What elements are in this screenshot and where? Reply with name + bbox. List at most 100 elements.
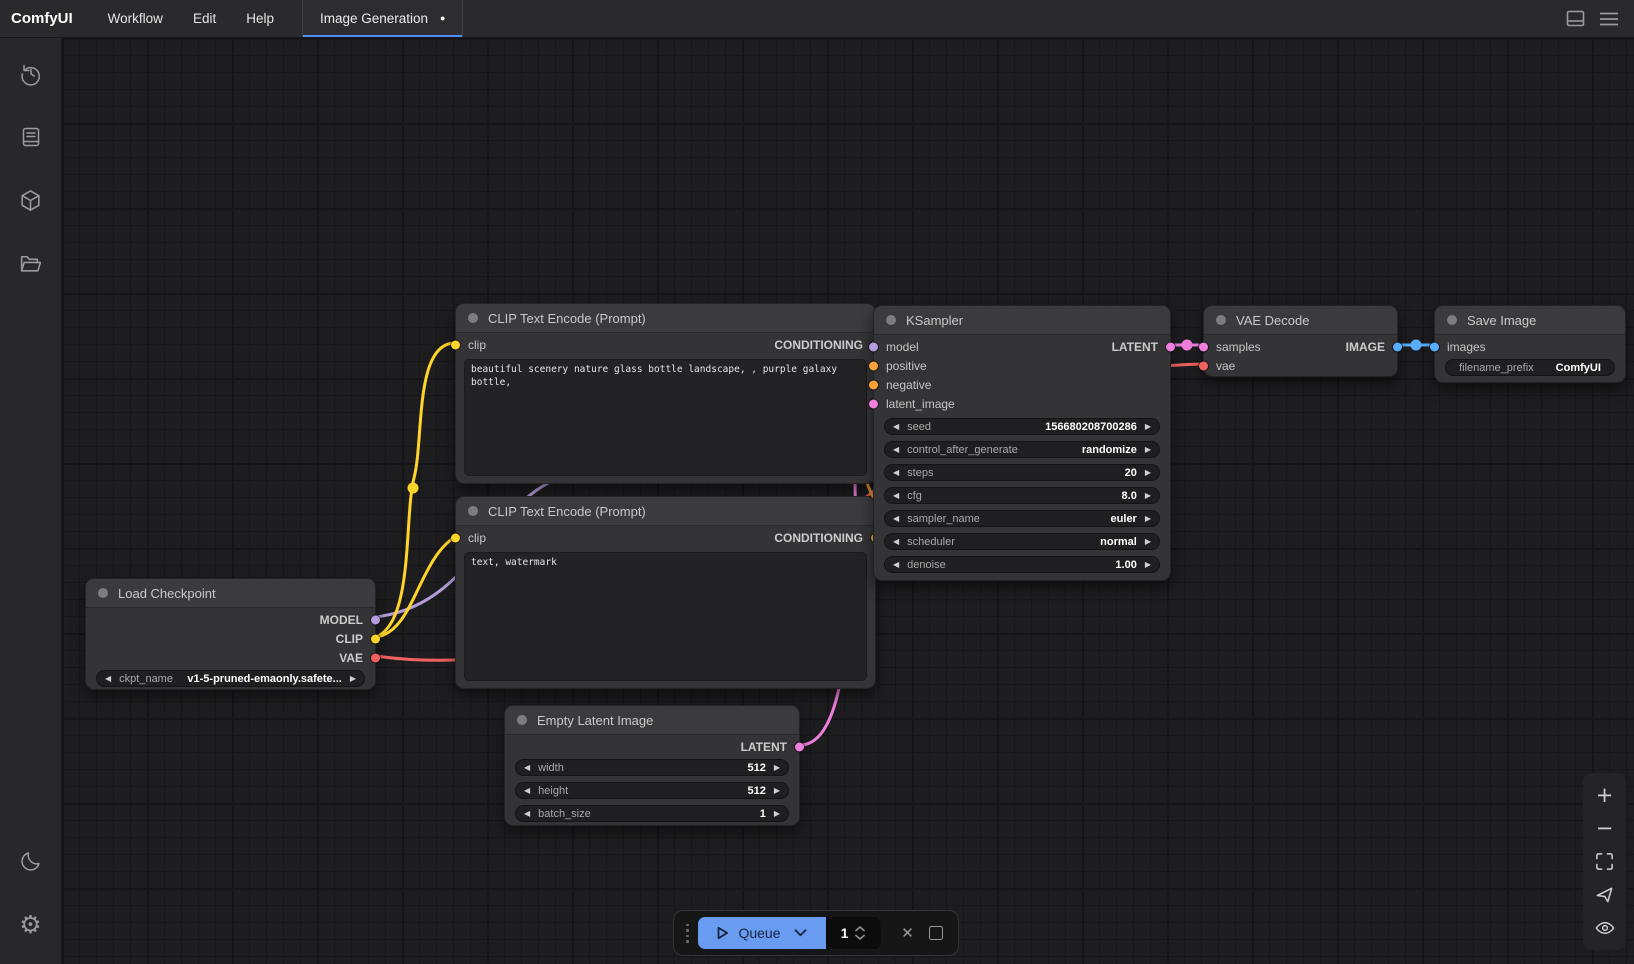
input-port-latent-image[interactable]: [869, 399, 878, 408]
model-library-icon[interactable]: [11, 180, 51, 220]
fit-view-button[interactable]: [1591, 849, 1619, 875]
widget-next-icon[interactable]: ▶: [350, 675, 356, 683]
widget-seed[interactable]: ◀ seed 156680208700286 ▶: [884, 418, 1160, 435]
reroute-dot-latent[interactable]: [1182, 340, 1193, 351]
widget-next-icon[interactable]: ▶: [1145, 446, 1151, 454]
node-title-bar[interactable]: Load Checkpoint: [86, 579, 375, 608]
widget-prev-icon[interactable]: ◀: [893, 446, 899, 454]
widget-control-after-generate[interactable]: ◀ control_after_generate randomize ▶: [884, 441, 1160, 458]
widget-next-icon[interactable]: ▶: [1145, 538, 1151, 546]
settings-gear-icon[interactable]: ⚙: [11, 904, 51, 944]
history-icon[interactable]: [11, 54, 51, 94]
input-port-samples[interactable]: [1199, 342, 1208, 351]
output-port-latent[interactable]: [1166, 342, 1175, 351]
node-clip-text-encode-positive[interactable]: CLIP Text Encode (Prompt) clip CONDITION…: [455, 303, 876, 484]
node-vae-decode[interactable]: VAE Decode samples IMAGE vae: [1203, 305, 1398, 377]
widget-next-icon[interactable]: ▶: [774, 787, 780, 795]
select-mode-button[interactable]: [1591, 882, 1619, 908]
widget-prev-icon[interactable]: ◀: [893, 469, 899, 477]
widget-steps[interactable]: ◀ steps 20 ▶: [884, 464, 1160, 481]
reroute-dot-image[interactable]: [1411, 340, 1422, 351]
widget-next-icon[interactable]: ▶: [774, 764, 780, 772]
widget-next-icon[interactable]: ▶: [774, 810, 780, 818]
zoom-out-button[interactable]: −: [1591, 816, 1619, 842]
node-title-bar[interactable]: Save Image: [1435, 306, 1625, 335]
prompt-text-field[interactable]: beautiful scenery nature glass bottle la…: [464, 359, 867, 476]
widget-prev-icon[interactable]: ◀: [524, 810, 530, 818]
prompt-text-field[interactable]: text, watermark: [464, 552, 867, 681]
widget-prev-icon[interactable]: ◀: [893, 492, 899, 500]
input-port-images[interactable]: [1430, 342, 1439, 351]
widget-prev-icon[interactable]: ◀: [105, 675, 111, 683]
widget-prev-icon[interactable]: ◀: [893, 538, 899, 546]
menu-help[interactable]: Help: [231, 0, 289, 37]
widget-next-icon[interactable]: ▶: [1145, 423, 1151, 431]
zoom-in-button[interactable]: +: [1591, 783, 1619, 809]
collapse-dot[interactable]: [98, 588, 108, 598]
node-clip-text-encode-negative[interactable]: CLIP Text Encode (Prompt) clip CONDITION…: [455, 496, 876, 689]
collapse-dot[interactable]: [1216, 315, 1226, 325]
widget-ckpt-name[interactable]: ◀ ckpt_name v1-5-pruned-emaonly.safete..…: [96, 670, 365, 687]
output-port-clip[interactable]: [371, 634, 380, 643]
input-port-clip[interactable]: [451, 340, 460, 349]
node-title-bar[interactable]: CLIP Text Encode (Prompt): [456, 304, 875, 333]
input-port-negative[interactable]: [869, 380, 878, 389]
widget-next-icon[interactable]: ▶: [1145, 469, 1151, 477]
clear-queue-icon[interactable]: ✕: [896, 924, 920, 942]
output-port-model[interactable]: [371, 615, 380, 624]
chevron-down-icon[interactable]: [794, 929, 807, 937]
widget-width[interactable]: ◀ width 512 ▶: [515, 759, 789, 776]
collapse-dot[interactable]: [468, 313, 478, 323]
widget-scheduler[interactable]: ◀ scheduler normal ▶: [884, 533, 1160, 550]
queue-log-icon[interactable]: [11, 117, 51, 157]
widget-prev-icon[interactable]: ◀: [893, 423, 899, 431]
collapse-dot[interactable]: [517, 715, 527, 725]
collapse-dot[interactable]: [1447, 315, 1457, 325]
queue-run-button[interactable]: Queue: [698, 917, 826, 949]
node-save-image[interactable]: Save Image images filename_prefix ComfyU…: [1434, 305, 1626, 383]
output-port-vae[interactable]: [371, 653, 380, 662]
node-load-checkpoint[interactable]: Load Checkpoint MODEL CLIP VAE ◀ ckpt_na…: [85, 578, 376, 690]
widget-prev-icon[interactable]: ◀: [524, 787, 530, 795]
batch-count-input[interactable]: 1: [826, 917, 881, 949]
output-port-latent[interactable]: [795, 742, 804, 751]
bottom-panel-toggle-icon[interactable]: [1558, 0, 1592, 37]
widget-prev-icon[interactable]: ◀: [893, 515, 899, 523]
node-ksampler[interactable]: KSampler model LATENT positive negative …: [873, 305, 1171, 581]
widget-cfg[interactable]: ◀ cfg 8.0 ▶: [884, 487, 1160, 504]
input-port-positive[interactable]: [869, 361, 878, 370]
node-title-bar[interactable]: KSampler: [874, 306, 1170, 335]
reroute-dot-clip[interactable]: [408, 483, 419, 494]
input-port-model[interactable]: [869, 342, 878, 351]
menu-edit[interactable]: Edit: [178, 0, 231, 37]
node-graph-canvas[interactable]: Load Checkpoint MODEL CLIP VAE ◀ ckpt_na…: [62, 38, 1634, 964]
drag-handle[interactable]: [686, 924, 689, 943]
node-title-bar[interactable]: CLIP Text Encode (Prompt): [456, 497, 875, 526]
widget-sampler-name[interactable]: ◀ sampler_name euler ▶: [884, 510, 1160, 527]
collapse-dot[interactable]: [468, 506, 478, 516]
toggle-visibility-button[interactable]: [1591, 915, 1619, 941]
input-port-clip[interactable]: [451, 533, 460, 542]
widget-height[interactable]: ◀ height 512 ▶: [515, 782, 789, 799]
widget-next-icon[interactable]: ▶: [1145, 561, 1151, 569]
input-port-vae[interactable]: [1199, 361, 1208, 370]
collapse-dot[interactable]: [886, 315, 896, 325]
widget-filename-prefix[interactable]: filename_prefix ComfyUI: [1445, 359, 1615, 376]
node-title-bar[interactable]: Empty Latent Image: [505, 706, 799, 735]
widget-prev-icon[interactable]: ◀: [893, 561, 899, 569]
stepper-up-icon[interactable]: [855, 926, 865, 932]
tab-image-generation[interactable]: Image Generation ●: [302, 0, 464, 37]
theme-moon-icon[interactable]: [11, 841, 51, 881]
menu-workflow[interactable]: Workflow: [93, 0, 178, 37]
workflows-folder-icon[interactable]: [11, 243, 51, 283]
hamburger-menu-icon[interactable]: [1592, 0, 1626, 37]
widget-next-icon[interactable]: ▶: [1145, 515, 1151, 523]
widget-batch-size[interactable]: ◀ batch_size 1 ▶: [515, 805, 789, 822]
batch-count-stepper[interactable]: [855, 926, 865, 940]
output-port-image[interactable]: [1393, 342, 1402, 351]
node-title-bar[interactable]: VAE Decode: [1204, 306, 1397, 335]
widget-next-icon[interactable]: ▶: [1145, 492, 1151, 500]
stop-icon[interactable]: [929, 926, 943, 940]
stepper-down-icon[interactable]: [855, 934, 865, 940]
widget-denoise[interactable]: ◀ denoise 1.00 ▶: [884, 556, 1160, 573]
